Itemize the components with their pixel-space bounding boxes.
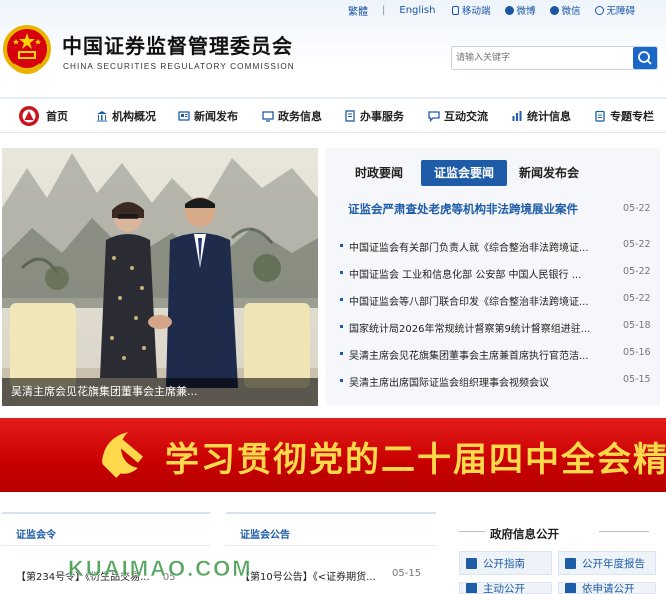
- proactive-disclosure-button[interactable]: 主动公开: [459, 582, 552, 594]
- news-item-date: 05-18: [623, 320, 651, 331]
- mobile-icon: [452, 6, 459, 15]
- news-item-title[interactable]: 中国证监会有关部门负责人就《综合整治非法跨境证...: [349, 239, 603, 254]
- mobile-link[interactable]: 移动端: [452, 3, 491, 17]
- search-icon: [638, 51, 652, 65]
- divider: [2, 512, 210, 514]
- clipboard-icon: [595, 110, 605, 122]
- accessibility-link[interactable]: 无障碍: [594, 3, 635, 17]
- bullet: [340, 244, 343, 247]
- news-item[interactable]: 吴清主席出席国际证监会组织理事会视频会议 05-15: [340, 374, 652, 389]
- news-item[interactable]: 中国证监会等八部门联合印发《综合整治非法跨境证... 05-22: [340, 293, 652, 308]
- national-emblem-logo[interactable]: [2, 23, 52, 79]
- wechat-link[interactable]: 微信: [549, 3, 581, 17]
- tab-csrc-news[interactable]: 证监会要闻: [421, 160, 507, 186]
- tab-press-conference[interactable]: 新闻发布会: [512, 160, 586, 186]
- divider: [226, 512, 436, 514]
- news-item-title[interactable]: 吴清主席会见花旗集团董事会主席兼首席执行官范洁...: [349, 347, 603, 362]
- news-item-date: 05-22: [623, 239, 651, 250]
- tab-current-affairs[interactable]: 时政要闻: [344, 160, 414, 186]
- search-box: [451, 46, 658, 70]
- english-link[interactable]: English: [399, 5, 435, 16]
- news-item-title[interactable]: 国家统计局2026年常规统计督察第9统计督察组进驻...: [349, 320, 603, 335]
- newspaper-icon: [178, 111, 190, 121]
- nav-item-interaction[interactable]: 互动交流: [428, 99, 488, 133]
- request-icon: [565, 583, 576, 593]
- annual-report-button[interactable]: 公开年度报告: [558, 551, 656, 575]
- wechat-icon: [549, 6, 559, 15]
- news-item-date: 05-22: [623, 293, 651, 304]
- news-item-date: 05-22: [623, 266, 651, 277]
- bullet: [340, 379, 343, 382]
- report-icon: [565, 557, 576, 569]
- slideshow-photo: [2, 148, 318, 406]
- weibo-icon: [504, 6, 514, 15]
- news-item-date: 05-16: [623, 347, 651, 358]
- bullet: [340, 298, 343, 301]
- orders-title[interactable]: 证监会令: [16, 526, 56, 541]
- divider: [459, 531, 485, 532]
- nav-item-home[interactable]: 首页: [18, 99, 68, 133]
- language-links: 繁體 | English: [348, 3, 435, 18]
- guide-icon: [466, 557, 477, 569]
- nav-item-statistics[interactable]: 统计信息: [511, 99, 571, 133]
- public-guide-button[interactable]: 公开指南: [459, 551, 552, 575]
- bar-chart-icon: [512, 111, 522, 121]
- slideshow-caption[interactable]: 吴清主席会见花旗集团董事会主席兼...: [2, 378, 318, 406]
- traditional-chinese-link[interactable]: 繁體: [348, 3, 368, 18]
- announcements-item[interactable]: 【第10号公告】《<证券期货... 05-15: [240, 568, 421, 583]
- search-input[interactable]: [452, 47, 632, 69]
- news-item-date: 05-15: [623, 374, 651, 385]
- news-item[interactable]: 中国证监会 工业和信息化部 公安部 中国人民银行 ... 05-22: [340, 266, 652, 281]
- disclosure-icon: [466, 583, 477, 593]
- banner-text: 学习贯彻党的二十届四中全会精: [165, 440, 666, 480]
- accessibility-icon: [594, 6, 604, 15]
- nav-item-organization[interactable]: 机构概况: [96, 99, 156, 133]
- hammer-sickle-icon: [102, 432, 144, 478]
- watermark: KUAIMAO.COM: [68, 556, 253, 582]
- announcements-title[interactable]: 证监会公告: [240, 526, 290, 541]
- news-item[interactable]: 国家统计局2026年常规统计督察第9统计督察组进驻... 05-18: [340, 320, 652, 335]
- gov-info-title: 政府信息公开: [490, 527, 559, 541]
- nav-item-press[interactable]: 新闻发布: [178, 99, 238, 133]
- divider: [226, 545, 436, 546]
- weibo-link[interactable]: 微博: [504, 3, 536, 17]
- chat-icon: [428, 111, 440, 122]
- news-item-title[interactable]: 中国证监会等八部门联合印发《综合整治非法跨境证...: [349, 293, 603, 308]
- document-icon: [345, 110, 355, 122]
- news-item[interactable]: 中国证监会有关部门负责人就《综合整治非法跨境证... 05-22: [340, 239, 652, 254]
- news-headline[interactable]: 证监会严肃查处老虎等机构非法跨境展业案件: [348, 201, 578, 217]
- monitor-icon: [262, 111, 274, 122]
- top-quick-links: 移动端 微博 微信 无障碍: [452, 3, 635, 17]
- news-slideshow[interactable]: 吴清主席会见花旗集团董事会主席兼...: [2, 148, 318, 406]
- building-icon: [97, 111, 107, 122]
- site-title-english: CHINA SECURITIES REGULATORY COMMISSION: [63, 62, 295, 71]
- news-item[interactable]: 吴清主席会见花旗集团董事会主席兼首席执行官范洁... 05-16: [340, 347, 652, 362]
- site-header: 中国证券监督管理委员会 CHINA SECURITIES REGULATORY …: [0, 0, 666, 96]
- news-item-title[interactable]: 中国证监会 工业和信息化部 公安部 中国人民银行 ...: [349, 266, 603, 281]
- divider: |: [382, 5, 386, 16]
- bullet: [340, 271, 343, 274]
- request-disclosure-button[interactable]: 依申请公开: [558, 582, 656, 594]
- nav-item-topics[interactable]: 专题专栏: [594, 99, 654, 133]
- news-panel: 时政要闻 证监会要闻 新闻发布会 证监会严肃查处老虎等机构非法跨境展业案件 05…: [326, 148, 660, 406]
- search-button[interactable]: [633, 47, 657, 69]
- bullet: [340, 352, 343, 355]
- news-headline-date: 05-22: [623, 203, 651, 214]
- bullet: [340, 325, 343, 328]
- main-nav: 首页 机构概况 新闻发布 政务信息 办事服务 互动交流 统计信息 专题专栏: [0, 97, 666, 133]
- divider: [599, 531, 649, 532]
- site-title: 中国证券监督管理委员会: [62, 34, 293, 58]
- nav-item-gov-info[interactable]: 政务信息: [262, 99, 322, 133]
- party-study-banner[interactable]: 学习贯彻党的二十届四中全会精: [0, 418, 666, 492]
- announcements-column: 证监会公告 【第10号公告】《<证券期货... 05-15: [226, 512, 436, 594]
- nav-item-services[interactable]: 办事服务: [344, 99, 404, 133]
- divider: [2, 545, 210, 546]
- news-item-title[interactable]: 吴清主席出席国际证监会组织理事会视频会议: [349, 374, 603, 389]
- csrc-logo-icon: [19, 106, 39, 126]
